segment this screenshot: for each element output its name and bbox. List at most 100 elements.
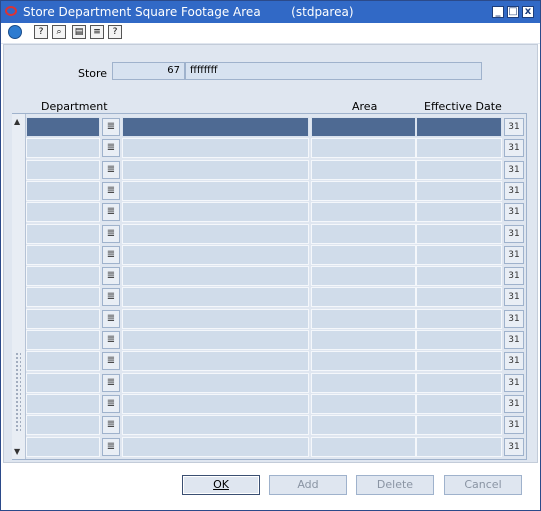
minimize-button[interactable]: _ <box>492 6 504 18</box>
department-lov-icon[interactable]: ≣ <box>102 416 120 435</box>
table-row[interactable]: ≣ 31 <box>26 180 526 202</box>
calendar-icon[interactable]: 31 <box>504 139 524 158</box>
area-cell[interactable] <box>311 244 416 265</box>
calendar-icon[interactable]: 31 <box>504 416 524 435</box>
department-cell[interactable] <box>26 393 100 414</box>
effective-date-cell[interactable] <box>416 117 502 137</box>
department-lov-icon[interactable]: ≣ <box>102 352 120 371</box>
department-description-cell[interactable] <box>122 287 309 308</box>
calendar-icon[interactable]: 31 <box>504 181 524 200</box>
cancel-button[interactable]: Cancel <box>444 475 522 495</box>
effective-date-cell[interactable] <box>416 244 502 265</box>
department-cell[interactable] <box>26 117 100 137</box>
vertical-scrollbar[interactable]: ▲ ▼ <box>12 114 26 459</box>
department-lov-icon[interactable]: ≣ <box>102 139 120 158</box>
effective-date-cell[interactable] <box>416 138 502 159</box>
department-description-cell[interactable] <box>122 415 309 436</box>
area-cell[interactable] <box>311 436 416 457</box>
area-cell[interactable] <box>311 393 416 414</box>
department-lov-icon[interactable]: ≣ <box>102 160 120 179</box>
table-row[interactable]: ≣ 31 <box>26 436 526 458</box>
area-cell[interactable] <box>311 266 416 287</box>
department-lov-icon[interactable]: ≣ <box>102 245 120 264</box>
department-description-cell[interactable] <box>122 159 309 180</box>
table-row[interactable]: ≣ 31 <box>26 223 526 245</box>
table-row[interactable]: ≣ 31 <box>26 415 526 436</box>
department-description-cell[interactable] <box>122 393 309 414</box>
department-cell[interactable] <box>26 287 100 308</box>
globe-icon[interactable] <box>8 25 22 39</box>
department-lov-icon[interactable]: ≣ <box>102 309 120 328</box>
table-row[interactable]: ≣ 31 <box>26 287 526 308</box>
scroll-up-arrow-icon[interactable]: ▲ <box>14 117 20 126</box>
calendar-icon[interactable]: 31 <box>504 309 524 328</box>
table-row[interactable]: ≣ 31 <box>26 117 526 138</box>
department-cell[interactable] <box>26 436 100 457</box>
table-row[interactable]: ≣ 31 <box>26 244 526 266</box>
calendar-icon[interactable]: 31 <box>504 331 524 349</box>
department-cell[interactable] <box>26 330 100 350</box>
department-cell[interactable] <box>26 138 100 159</box>
effective-date-cell[interactable] <box>416 372 502 393</box>
table-row[interactable]: ≣ 31 <box>26 202 526 223</box>
area-cell[interactable] <box>311 372 416 393</box>
department-lov-icon[interactable]: ≣ <box>102 331 120 349</box>
area-cell[interactable] <box>311 351 416 372</box>
calendar-icon[interactable]: 31 <box>504 267 524 286</box>
effective-date-cell[interactable] <box>416 393 502 414</box>
calendar-icon[interactable]: 31 <box>504 373 524 392</box>
area-cell[interactable] <box>311 117 416 137</box>
department-description-cell[interactable] <box>122 138 309 159</box>
maximize-button[interactable]: □ <box>507 6 519 18</box>
department-cell[interactable] <box>26 351 100 372</box>
table-row[interactable]: ≣ 31 <box>26 138 526 159</box>
department-lov-icon[interactable]: ≣ <box>102 181 120 200</box>
calendar-icon[interactable]: 31 <box>504 160 524 179</box>
delete-button[interactable]: Delete <box>356 475 434 495</box>
ok-button[interactable]: OK <box>182 475 260 495</box>
effective-date-cell[interactable] <box>416 330 502 350</box>
department-lov-icon[interactable]: ≣ <box>102 373 120 392</box>
scroll-grip[interactable] <box>15 352 21 432</box>
notes-icon[interactable]: ≡ <box>90 25 104 39</box>
effective-date-cell[interactable] <box>416 180 502 201</box>
department-lov-icon[interactable]: ≣ <box>102 203 120 222</box>
area-cell[interactable] <box>311 180 416 201</box>
calendar-icon[interactable]: 31 <box>504 203 524 222</box>
close-button[interactable]: x <box>522 6 534 18</box>
clipboard-icon[interactable]: ▤ <box>72 25 86 39</box>
effective-date-cell[interactable] <box>416 202 502 223</box>
calendar-icon[interactable]: 31 <box>504 288 524 307</box>
help-info-icon[interactable]: ? <box>34 25 48 39</box>
table-row[interactable]: ≣ 31 <box>26 351 526 372</box>
table-row[interactable]: ≣ 31 <box>26 266 526 287</box>
area-cell[interactable] <box>311 330 416 350</box>
department-description-cell[interactable] <box>122 330 309 350</box>
add-button[interactable]: Add <box>269 475 347 495</box>
department-cell[interactable] <box>26 223 100 244</box>
department-description-cell[interactable] <box>122 180 309 201</box>
table-row[interactable]: ≣ 31 <box>26 393 526 415</box>
effective-date-cell[interactable] <box>416 351 502 372</box>
department-cell[interactable] <box>26 244 100 265</box>
department-description-cell[interactable] <box>122 372 309 393</box>
department-cell[interactable] <box>26 308 100 329</box>
department-description-cell[interactable] <box>122 117 309 137</box>
table-row[interactable]: ≣ 31 <box>26 308 526 330</box>
department-cell[interactable] <box>26 372 100 393</box>
department-cell[interactable] <box>26 202 100 223</box>
department-lov-icon[interactable]: ≣ <box>102 394 120 413</box>
department-lov-icon[interactable]: ≣ <box>102 267 120 286</box>
calendar-icon[interactable]: 31 <box>504 437 524 456</box>
scroll-down-arrow-icon[interactable]: ▼ <box>14 447 20 456</box>
help-icon[interactable]: ? <box>108 25 122 39</box>
department-description-cell[interactable] <box>122 202 309 223</box>
table-row[interactable]: ≣ 31 <box>26 372 526 394</box>
area-cell[interactable] <box>311 202 416 223</box>
department-description-cell[interactable] <box>122 308 309 329</box>
department-lov-icon[interactable]: ≣ <box>102 118 120 136</box>
department-description-cell[interactable] <box>122 266 309 287</box>
store-number-field[interactable]: 67 <box>112 62 185 80</box>
department-lov-icon[interactable]: ≣ <box>102 437 120 456</box>
effective-date-cell[interactable] <box>416 436 502 457</box>
